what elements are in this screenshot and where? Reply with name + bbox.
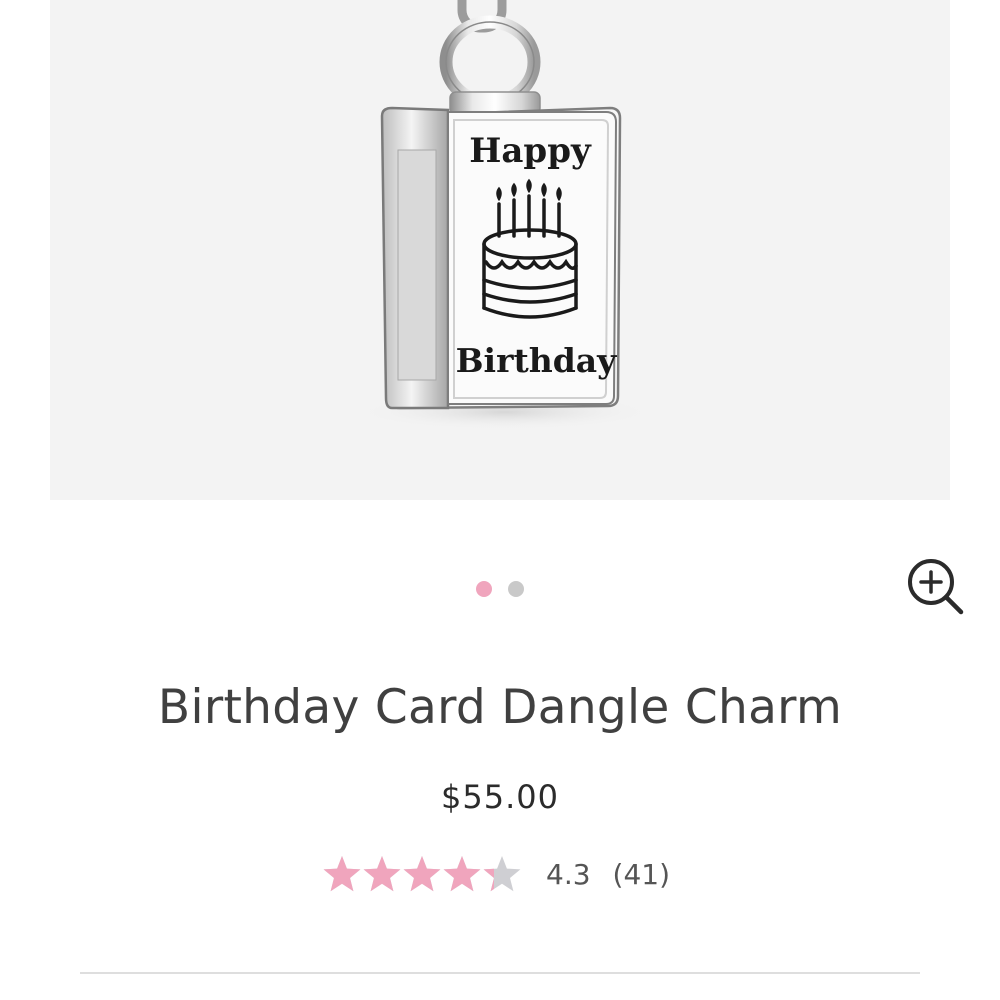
- zoom-button[interactable]: [906, 557, 966, 617]
- star-rating: [322, 854, 522, 894]
- star-icon: [403, 856, 441, 892]
- product-title: Birthday Card Dangle Charm: [157, 680, 843, 735]
- charm-illustration: Happy Birthday: [355, 0, 655, 430]
- star-icon: [323, 856, 361, 892]
- carousel-dot-2[interactable]: [508, 581, 524, 597]
- star-icon: [363, 856, 401, 892]
- card-text-birthday: Birthday: [456, 341, 618, 380]
- divider: [80, 972, 920, 974]
- star-icon: [443, 856, 481, 892]
- carousel-dots: [0, 581, 1000, 597]
- carousel-dot-1[interactable]: [476, 581, 492, 597]
- zoom-in-icon: [908, 559, 964, 615]
- product-image[interactable]: Happy Birthday: [50, 0, 950, 500]
- rating-value: 4.3: [546, 857, 591, 891]
- review-count[interactable]: (41): [613, 858, 670, 891]
- star-icon: [483, 856, 521, 892]
- rating-row[interactable]: 4.3 (41): [322, 850, 670, 898]
- product-price: $55.00: [441, 778, 559, 816]
- card-text-happy: Happy: [469, 131, 592, 171]
